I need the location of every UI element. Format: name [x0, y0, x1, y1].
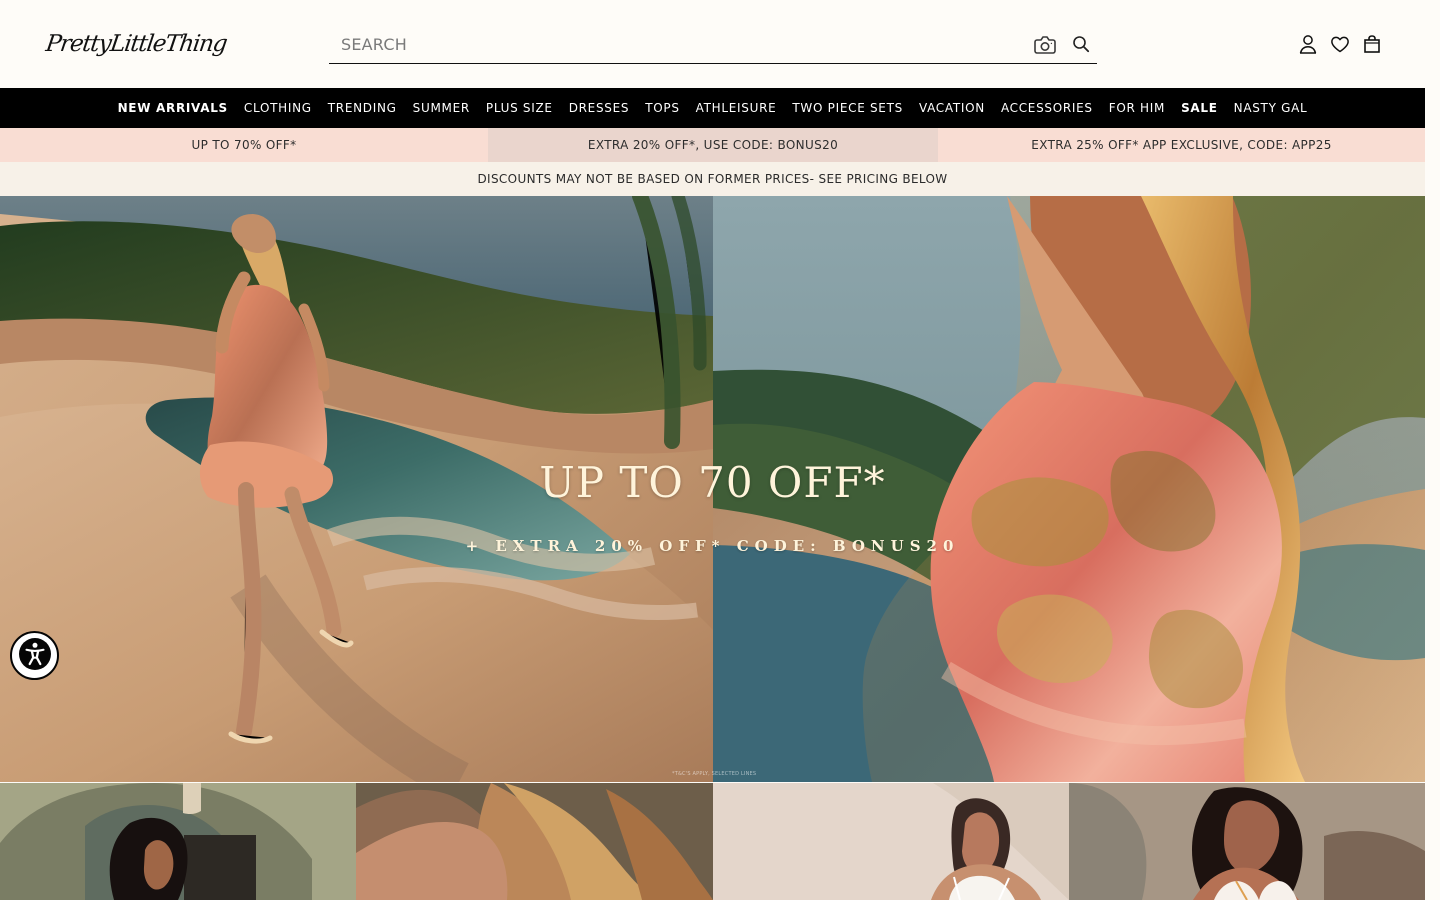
site-header: PrettyLittleThing — [0, 0, 1425, 88]
accessibility-button[interactable] — [10, 631, 59, 680]
nav-summer[interactable]: SUMMER — [413, 88, 470, 128]
promotion-bonus20[interactable]: EXTRA 20% OFF*, USE CODE: BONUS20 — [488, 128, 938, 162]
nav-trending[interactable]: TRENDING — [328, 88, 397, 128]
nav-clothing[interactable]: CLOTHING — [244, 88, 312, 128]
pricing-notice[interactable]: DISCOUNTS MAY NOT BE BASED ON FORMER PRI… — [0, 162, 1425, 196]
page: PrettyLittleThing SEARCH NEW ARRIVALS CL… — [0, 0, 1440, 900]
hero-image-left[interactable] — [0, 196, 713, 782]
right-page-gutter — [1425, 0, 1440, 900]
account-icon[interactable] — [1297, 33, 1319, 55]
nav-vacation[interactable]: VACATION — [919, 88, 985, 128]
tile-image-1[interactable] — [0, 783, 356, 900]
bag-icon[interactable] — [1361, 33, 1383, 55]
nav-new-arrivals[interactable]: NEW ARRIVALS — [118, 88, 228, 128]
nav-for-him[interactable]: FOR HIM — [1109, 88, 1165, 128]
search-bar — [329, 25, 1097, 64]
promotion-up-to-70[interactable]: UP TO 70% OFF* — [0, 128, 488, 162]
nav-two-piece-sets[interactable]: TWO PIECE SETS — [792, 88, 903, 128]
nav-tops[interactable]: TOPS — [645, 88, 679, 128]
promotion-app25[interactable]: EXTRA 25% OFF* APP EXCLUSIVE, CODE: APP2… — [938, 128, 1425, 162]
camera-icon[interactable] — [1033, 34, 1057, 56]
product-tiles — [0, 783, 1425, 900]
nav-nasty-gal[interactable]: NASTY GAL — [1234, 88, 1308, 128]
tile-image-3[interactable] — [713, 783, 1069, 900]
nav-dresses[interactable]: DRESSES — [569, 88, 630, 128]
search-input[interactable] — [329, 25, 1019, 63]
search-icon[interactable] — [1072, 35, 1090, 53]
main-navigation: NEW ARRIVALS CLOTHING TRENDING SUMMER PL… — [0, 88, 1425, 128]
nav-accessories[interactable]: ACCESSORIES — [1001, 88, 1093, 128]
nav-sale[interactable]: SALE — [1181, 88, 1218, 128]
accessibility-icon — [18, 637, 52, 675]
heart-icon[interactable] — [1329, 33, 1351, 55]
tile-image-2[interactable] — [356, 783, 713, 900]
nav-plus-size[interactable]: PLUS SIZE — [486, 88, 553, 128]
header-actions — [1297, 33, 1387, 55]
brand-logo[interactable]: PrettyLittleThing — [44, 28, 228, 60]
hero-banner[interactable]: UP TO 70 OFF* + EXTRA 20% OFF* CODE: BON… — [0, 196, 1425, 782]
nav-athleisure[interactable]: ATHLEISURE — [696, 88, 777, 128]
tile-image-4[interactable] — [1069, 783, 1425, 900]
promotion-bar: UP TO 70% OFF* EXTRA 20% OFF*, USE CODE:… — [0, 128, 1425, 162]
hero-image-right[interactable] — [713, 196, 1425, 782]
hero-fine-print: *T&C'S APPLY, SELECTED LINES — [672, 771, 757, 777]
